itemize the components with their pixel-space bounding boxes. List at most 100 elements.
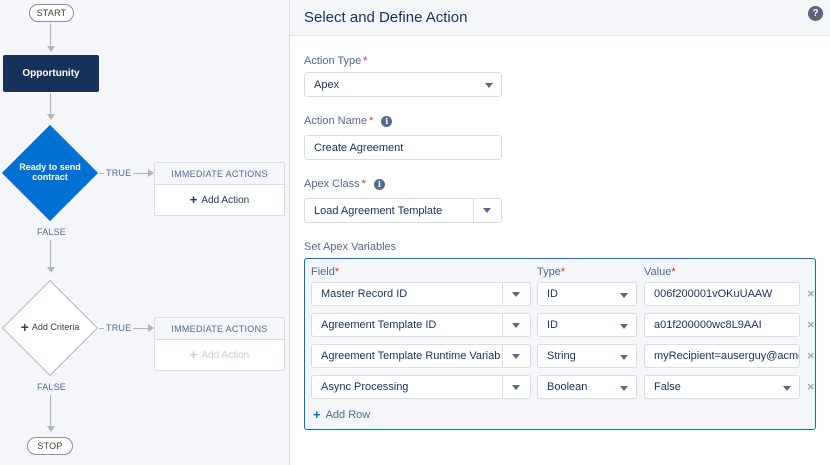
apex-class-dropdown-button[interactable]: [473, 199, 501, 222]
action-name-input[interactable]: Create Agreement: [304, 135, 502, 160]
field-dropdown-button[interactable]: [502, 376, 530, 398]
field-dropdown-button[interactable]: [502, 283, 530, 305]
type-value: ID: [547, 319, 558, 331]
apex-variables-table: Field* Type* Value* Master Record ID ID …: [304, 258, 816, 430]
apex-class-label-text: Apex Class: [304, 178, 360, 190]
action-name-value: Create Agreement: [314, 141, 404, 154]
field-value: Master Record ID: [321, 288, 408, 300]
chevron-down-icon: [483, 208, 491, 213]
remove-row-icon[interactable]: ×: [807, 286, 815, 301]
immediate-actions-box: IMMEDIATE ACTIONS + Add Action: [154, 317, 285, 371]
field-combobox[interactable]: Async Processing: [311, 375, 531, 399]
field-value: Agreement Template Runtime Variables: [321, 350, 500, 362]
chevron-down-icon: [783, 386, 791, 391]
value-input[interactable]: 006f200001vOKuUAAW: [644, 282, 800, 306]
required-marker: *: [334, 266, 340, 278]
chevron-down-icon: [512, 385, 520, 390]
stop-node: STOP: [27, 437, 73, 455]
remove-row-icon[interactable]: ×: [807, 379, 815, 394]
type-value: ID: [547, 288, 558, 300]
chevron-down-icon: [620, 386, 628, 391]
immediate-actions-box: IMMEDIATE ACTIONS + Add Action: [154, 162, 285, 216]
value-input[interactable]: a01f200000wc8L9AAI: [644, 313, 800, 337]
field-combobox[interactable]: Agreement Template ID: [311, 313, 531, 337]
type-select[interactable]: String: [537, 344, 637, 368]
field-dropdown-button[interactable]: [502, 345, 530, 367]
chevron-down-icon: [512, 323, 520, 328]
immediate-actions-header: IMMEDIATE ACTIONS: [155, 163, 284, 185]
column-header-label: Type: [537, 266, 561, 278]
column-header-type: Type*: [537, 266, 565, 278]
plus-icon: +: [189, 192, 198, 207]
required-marker: *: [560, 266, 566, 278]
column-header-value: Value*: [644, 266, 676, 278]
value-text: False: [654, 381, 681, 393]
add-row-button[interactable]: + Add Row: [313, 408, 371, 421]
false-label: FALSE: [37, 227, 67, 237]
chevron-down-icon: [620, 355, 628, 360]
required-marker: *: [368, 115, 374, 127]
value-input[interactable]: myRecipient=auserguy@acme.com: [644, 344, 800, 368]
value-select[interactable]: False: [644, 375, 800, 399]
apex-class-combobox[interactable]: Load Agreement Template: [304, 198, 502, 223]
apex-variables-label: Set Apex Variables: [304, 241, 396, 253]
apex-class-value: Load Agreement Template: [314, 204, 443, 217]
help-icon[interactable]: ?: [808, 6, 823, 21]
required-marker: *: [671, 266, 676, 278]
add-row-label: Add Row: [325, 409, 371, 421]
info-icon[interactable]: i: [381, 115, 393, 127]
type-select[interactable]: Boolean: [537, 375, 637, 399]
arrow-down-icon: [47, 426, 55, 432]
stop-label: STOP: [37, 441, 63, 451]
action-type-value: Apex: [314, 78, 340, 91]
action-name-label: Action Name * i: [304, 115, 393, 127]
column-header-label: Field: [311, 266, 335, 278]
apex-variables-label-text: Set Apex Variables: [304, 241, 397, 253]
type-select[interactable]: ID: [537, 282, 637, 306]
chevron-down-icon: [512, 292, 520, 297]
add-action-button[interactable]: + Add Action: [155, 185, 284, 215]
required-marker: *: [361, 178, 366, 190]
true-label: TRUE: [104, 323, 134, 333]
apex-class-label: Apex Class * i: [304, 178, 385, 190]
field-combobox[interactable]: Master Record ID: [311, 282, 531, 306]
object-node-opportunity[interactable]: Opportunity: [3, 55, 99, 92]
field-dropdown-button[interactable]: [502, 314, 530, 336]
arrow-down-icon: [47, 46, 55, 52]
value-text: a01f200000wc8L9AAI: [654, 319, 762, 331]
plus-icon: +: [189, 347, 198, 362]
connector-line: [50, 23, 51, 47]
add-criteria-button[interactable]: + Add Criteria: [10, 319, 90, 335]
immediate-actions-header: IMMEDIATE ACTIONS: [155, 318, 284, 340]
action-type-label-text: Action Type: [304, 55, 362, 67]
panel-header: Select and Define Action: [290, 0, 830, 36]
info-icon[interactable]: i: [373, 178, 385, 190]
action-name-label-text: Action Name: [304, 115, 367, 127]
add-action-label: Add Action: [201, 349, 250, 361]
add-action-label: Add Action: [201, 194, 250, 206]
connector-line: [50, 240, 51, 268]
remove-row-icon[interactable]: ×: [807, 317, 815, 332]
object-node-label: Opportunity: [22, 68, 80, 79]
field-combobox[interactable]: Agreement Template Runtime Variables: [311, 344, 531, 368]
value-text: 006f200001vOKuUAAW: [654, 288, 773, 300]
add-action-button[interactable]: + Add Action: [155, 340, 284, 370]
start-node: START: [29, 4, 74, 22]
false-label: FALSE: [37, 382, 67, 392]
chevron-down-icon: [620, 293, 628, 298]
action-type-select[interactable]: Apex: [304, 72, 502, 97]
remove-row-icon[interactable]: ×: [807, 348, 815, 363]
plus-icon: +: [20, 319, 29, 335]
start-label: START: [36, 8, 67, 18]
process-flow-canvas: START Opportunity Ready to send contract…: [0, 0, 290, 465]
type-value: Boolean: [547, 381, 588, 393]
field-value: Async Processing: [321, 381, 409, 393]
column-header-field: Field*: [311, 266, 339, 278]
type-select[interactable]: ID: [537, 313, 637, 337]
add-criteria-label: Add Criteria: [31, 322, 80, 332]
chevron-down-icon: [620, 324, 628, 329]
true-label: TRUE: [104, 168, 134, 178]
value-text: myRecipient=auserguy@acme.com: [654, 350, 799, 362]
type-value: String: [547, 350, 576, 362]
chevron-down-icon: [512, 354, 520, 359]
